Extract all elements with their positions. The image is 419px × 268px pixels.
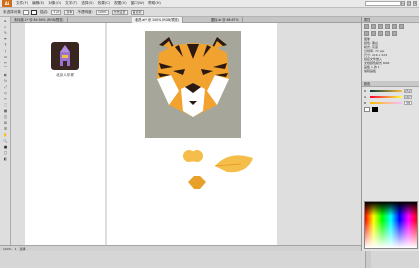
- tool-17[interactable]: ⊞: [1, 120, 10, 125]
- properties-lines: 图像 颜色: 黑白 模式: 灰度 分辨率: 72 ppi 尺寸: 216 x 224 链接…: [362, 37, 419, 73]
- search-input[interactable]: [365, 1, 401, 6]
- tool-15[interactable]: ▦: [1, 108, 10, 113]
- app-logo: Ai: [2, 0, 12, 7]
- tool-13[interactable]: ✂: [1, 96, 10, 101]
- artboard-left[interactable]: 北京人乐祥: [25, 23, 105, 245]
- tool-2[interactable]: ✎: [1, 30, 10, 35]
- app-icon-card: [51, 42, 79, 70]
- close-button[interactable]: ×: [413, 1, 417, 6]
- tool-7[interactable]: ✏: [1, 60, 10, 65]
- icon-caption: 北京人乐祥: [56, 73, 74, 77]
- tool-14[interactable]: ⬚: [1, 102, 10, 107]
- tool-8[interactable]: ⌒: [1, 66, 10, 71]
- panel-icon-row: [362, 23, 419, 30]
- tool-12[interactable]: ◇: [1, 90, 10, 95]
- align-icon[interactable]: [364, 24, 369, 29]
- brushes-icon[interactable]: [399, 24, 404, 29]
- layers-icon[interactable]: [385, 24, 390, 29]
- tool-11[interactable]: ⤢: [1, 84, 10, 89]
- color-panel-header[interactable]: 颜色: [362, 81, 419, 87]
- tool-16[interactable]: ◫: [1, 114, 10, 119]
- menu-bar: Ai 文件(F) 编辑(E) 对象(O) 文字(T) 选择(S) 效果(C) 视…: [0, 0, 419, 8]
- menu-type[interactable]: 文字(T): [65, 1, 77, 6]
- selection-status: 未选择对象: [3, 9, 21, 14]
- tool-18[interactable]: ☰: [1, 126, 10, 131]
- pathfinder-icon[interactable]: [378, 24, 383, 29]
- stroke-label: 描边:: [39, 9, 49, 14]
- swatch-black[interactable]: [372, 107, 378, 112]
- tool-9[interactable]: ◐: [1, 72, 10, 77]
- leaf-shape[interactable]: [213, 152, 257, 176]
- menu-view[interactable]: 视图(V): [114, 1, 126, 6]
- preferences-button[interactable]: 首选项: [130, 9, 144, 15]
- fill-swatch[interactable]: [22, 9, 29, 15]
- slider-green[interactable]: G 187: [364, 94, 417, 99]
- tool-19[interactable]: ✋: [1, 132, 10, 137]
- opacity-field[interactable]: 100%: [95, 9, 109, 15]
- control-bar: 未选择对象 描边: 1 pt 基本 不透明度: 100% 文档设置 首选项: [0, 8, 419, 17]
- tool-10[interactable]: ↻: [1, 78, 10, 83]
- tiger-illustration: [157, 37, 229, 117]
- panel-icon-row-2: [362, 30, 419, 37]
- style-dropdown[interactable]: 基本: [64, 9, 75, 15]
- gradient-icon[interactable]: [385, 31, 390, 36]
- yellow-shapes-group[interactable]: [180, 148, 210, 200]
- document-setup-button[interactable]: 文档设置: [111, 9, 128, 15]
- stroke-weight-field[interactable]: 1 pt: [51, 9, 62, 15]
- minimize-button[interactable]: —: [401, 1, 405, 6]
- stroke-icon[interactable]: [392, 31, 397, 36]
- stroke-swatch[interactable]: [30, 9, 37, 15]
- menu-window[interactable]: 窗口(W): [131, 1, 145, 6]
- property-line: 编辑画板: [364, 69, 377, 73]
- maximize-button[interactable]: □: [407, 1, 411, 6]
- menu-object[interactable]: 对象(O): [48, 1, 61, 6]
- tower-icon: [60, 45, 70, 66]
- tool-21[interactable]: ■: [1, 144, 10, 149]
- tools-panel: ▸ ▹ ✎ ✒ T / ▭ ✏ ⌒ ◐ ↻ ⤢ ◇ ✂ ⬚ ▦ ◫ ⊞ ☰ ✋ 🔍 ■ □ ◧: [0, 17, 11, 245]
- appearance-icon[interactable]: [378, 31, 383, 36]
- slider-blue[interactable]: B 58: [364, 100, 417, 105]
- menu-help[interactable]: 帮助(H): [148, 1, 161, 6]
- swatch-white[interactable]: [364, 107, 370, 112]
- tool-6[interactable]: ▭: [1, 54, 10, 59]
- symbols-icon[interactable]: [364, 31, 369, 36]
- menu-file[interactable]: 文件(F): [16, 1, 28, 6]
- status-mode: 选择: [19, 246, 26, 251]
- tool-20[interactable]: 🔍: [1, 138, 10, 143]
- properties-panel: 属性 图像 颜色: 黑白 模式: 灰度 分辨率: 72 ppi 尺寸: 216 x 22…: [361, 17, 419, 251]
- color-spectrum[interactable]: [364, 201, 418, 249]
- menu-effect[interactable]: 效果(C): [98, 1, 111, 6]
- color-swatches: [364, 107, 417, 112]
- tool-23[interactable]: ◧: [1, 156, 10, 161]
- status-bar: 100% 1 选择: [0, 245, 361, 251]
- page-indicator[interactable]: 1: [15, 247, 17, 251]
- tool-4[interactable]: T: [1, 42, 10, 47]
- tiger-image-frame[interactable]: [145, 31, 241, 138]
- graphic-styles-icon[interactable]: [371, 31, 376, 36]
- tool-1[interactable]: ▹: [1, 24, 10, 29]
- opacity-label: 不透明度:: [77, 9, 93, 14]
- tool-5[interactable]: /: [1, 48, 10, 53]
- menu-edit[interactable]: 编辑(E): [32, 1, 44, 6]
- transform-icon[interactable]: [371, 24, 376, 29]
- slider-red[interactable]: R 252: [364, 88, 417, 93]
- swatches-icon[interactable]: [392, 24, 397, 29]
- tool-22[interactable]: □: [1, 150, 10, 155]
- zoom-level[interactable]: 100%: [3, 247, 12, 251]
- menu-select[interactable]: 选择(S): [81, 1, 93, 6]
- tool-0[interactable]: ▸: [1, 18, 10, 23]
- tool-3[interactable]: ✒: [1, 36, 10, 41]
